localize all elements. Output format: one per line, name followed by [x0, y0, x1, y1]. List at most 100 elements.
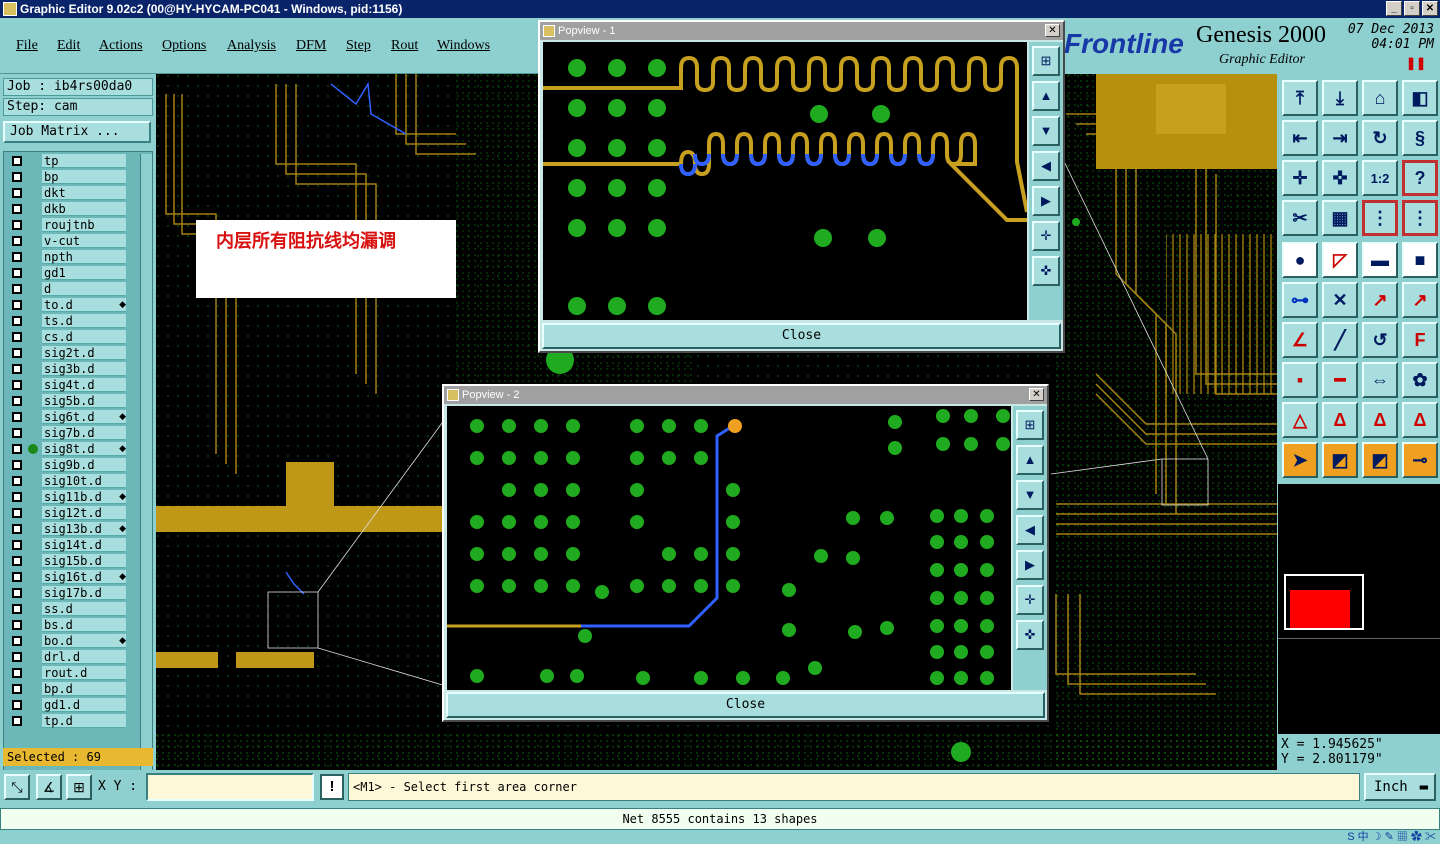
line-icon[interactable]: ╱	[1322, 322, 1358, 358]
layer-row[interactable]: dkt	[6, 186, 128, 200]
layer-row[interactable]: sig9b.d	[6, 458, 128, 472]
layer-row[interactable]: tp.d	[6, 714, 128, 728]
layer-row[interactable]: dkb	[6, 202, 128, 216]
copy-feature-icon[interactable]: ↗	[1402, 282, 1438, 318]
layer-label[interactable]: sig14t.d	[42, 538, 126, 552]
layer-row[interactable]: sig10t.d	[6, 474, 128, 488]
layer-label[interactable]: sig16t.d	[42, 570, 126, 584]
menu-step[interactable]: Step	[346, 38, 371, 54]
popview-pan-up-icon[interactable]: ▲	[1016, 445, 1044, 475]
layer-checkbox[interactable]	[12, 252, 22, 262]
pad-icon[interactable]: ▪	[1282, 362, 1318, 398]
layer-checkbox[interactable]	[12, 716, 22, 726]
move-feature-icon[interactable]: ↗	[1362, 282, 1398, 318]
menu-analysis[interactable]: Analysis	[227, 38, 276, 54]
layer-checkbox[interactable]	[12, 332, 22, 342]
layer-checkbox[interactable]	[12, 204, 22, 214]
menu-file[interactable]: File	[16, 38, 38, 54]
layer-checkbox[interactable]	[12, 300, 22, 310]
layer-checkbox[interactable]	[12, 588, 22, 598]
layer-colors-icon[interactable]: ⋮	[1362, 200, 1398, 236]
layer-checkbox[interactable]	[12, 572, 22, 582]
layer-row[interactable]: ts.d	[6, 314, 128, 328]
layer-row[interactable]: bo.d ◆	[6, 634, 128, 648]
alert-button[interactable]: !	[320, 774, 344, 800]
layer-checkbox[interactable]	[12, 476, 22, 486]
layer-checkbox[interactable]	[12, 380, 22, 390]
popview-zoom-out-icon[interactable]: ✜	[1016, 620, 1044, 650]
unit-select[interactable]: Inch ▬	[1364, 773, 1436, 801]
layer-label[interactable]: sig10t.d	[42, 474, 126, 488]
layer-label[interactable]: gd1.d	[42, 698, 126, 712]
layer-checkbox[interactable]	[12, 284, 22, 294]
select-box-icon[interactable]: ◩	[1322, 442, 1358, 478]
layer-checkbox[interactable]	[12, 524, 22, 534]
popview-2-close-x[interactable]: ✕	[1029, 388, 1044, 401]
layer-label[interactable]: tp.d	[42, 714, 126, 728]
redraw-icon[interactable]: ↻	[1362, 120, 1398, 156]
select-connected-icon[interactable]: ⊸	[1402, 442, 1438, 478]
layer-row[interactable]: sig15b.d	[6, 554, 128, 568]
close-window-button[interactable]: ✕	[1422, 1, 1438, 16]
layer-label[interactable]: bp	[42, 170, 126, 184]
pan-down-icon[interactable]: ⤓	[1322, 80, 1358, 116]
add-feature-icon[interactable]: ●	[1282, 242, 1318, 278]
select-net-icon[interactable]: ◩	[1362, 442, 1398, 478]
layer-row[interactable]: sig13b.d ◆	[6, 522, 128, 536]
layer-label[interactable]: sig3b.d	[42, 362, 126, 376]
layer-row[interactable]: sig2t.d	[6, 346, 128, 360]
layer-checkbox[interactable]	[12, 364, 22, 374]
select-area-icon[interactable]: ■	[1402, 242, 1438, 278]
layer-row[interactable]: gd1.d	[6, 698, 128, 712]
layer-label[interactable]: bo.d	[42, 634, 126, 648]
layer-checkbox[interactable]	[12, 556, 22, 566]
layer-label[interactable]: sig2t.d	[42, 346, 126, 360]
layer-checkbox[interactable]	[12, 540, 22, 550]
layer-row[interactable]: sig8t.d ◆	[6, 442, 128, 456]
layer-row[interactable]: bp.d	[6, 682, 128, 696]
pan-up-icon[interactable]: ⤒	[1282, 80, 1318, 116]
layer-label[interactable]: sig13b.d	[42, 522, 126, 536]
layer-row[interactable]: sig14t.d	[6, 538, 128, 552]
job-matrix-button[interactable]: Job Matrix ...	[3, 121, 151, 143]
layer-label[interactable]: sig9b.d	[42, 458, 126, 472]
layer-checkbox[interactable]	[12, 492, 22, 502]
layer-label[interactable]: sig11b.d	[42, 490, 126, 504]
menu-actions[interactable]: Actions	[99, 38, 143, 54]
pan-left-icon[interactable]: ⇤	[1282, 120, 1318, 156]
split-line-icon[interactable]: ━	[1322, 362, 1358, 398]
window-split-icon[interactable]: ◧	[1402, 80, 1438, 116]
layer-row[interactable]: npth	[6, 250, 128, 264]
layer-row[interactable]: cs.d	[6, 330, 128, 344]
layer-checkbox[interactable]	[12, 684, 22, 694]
layer-checkbox[interactable]	[12, 220, 22, 230]
snap-mode-icon[interactable]: ⤡	[4, 774, 30, 800]
layer-row[interactable]: sig6t.d ◆	[6, 410, 128, 424]
triangle-b-icon[interactable]: Δ	[1362, 402, 1398, 438]
stretch-icon[interactable]: ⇔	[1362, 362, 1398, 398]
popview-1-close-x[interactable]: ✕	[1045, 24, 1060, 37]
layer-checkbox[interactable]	[12, 236, 22, 246]
layer-checkbox[interactable]	[12, 172, 22, 182]
layer-row[interactable]: sig4t.d	[6, 378, 128, 392]
popview-pan-right-icon[interactable]: ▶	[1032, 186, 1060, 216]
xy-input[interactable]	[146, 773, 314, 801]
layer-checkbox[interactable]	[12, 444, 22, 454]
layer-settings-icon[interactable]: ⋮	[1402, 200, 1438, 236]
popview-zoom-fit-icon[interactable]: ⊞	[1016, 410, 1044, 440]
popview-pan-down-icon[interactable]: ▼	[1016, 480, 1044, 510]
home-view-icon[interactable]: ⌂	[1362, 80, 1398, 116]
layer-checkbox[interactable]	[12, 428, 22, 438]
ruler-icon[interactable]: ▬	[1362, 242, 1398, 278]
grid-icon[interactable]: ▦	[1322, 200, 1358, 236]
layer-label[interactable]: dkb	[42, 202, 126, 216]
layer-list-scrollbar[interactable]	[140, 154, 152, 808]
layer-checkbox[interactable]	[12, 604, 22, 614]
layer-checkbox[interactable]	[12, 188, 22, 198]
layer-row[interactable]: sig16t.d ◆	[6, 570, 128, 584]
measure-icon[interactable]: ✂	[1282, 200, 1318, 236]
layer-checkbox[interactable]	[12, 412, 22, 422]
layer-label[interactable]: tp	[42, 154, 126, 168]
layer-checkbox[interactable]	[12, 636, 22, 646]
layer-label[interactable]: bs.d	[42, 618, 126, 632]
